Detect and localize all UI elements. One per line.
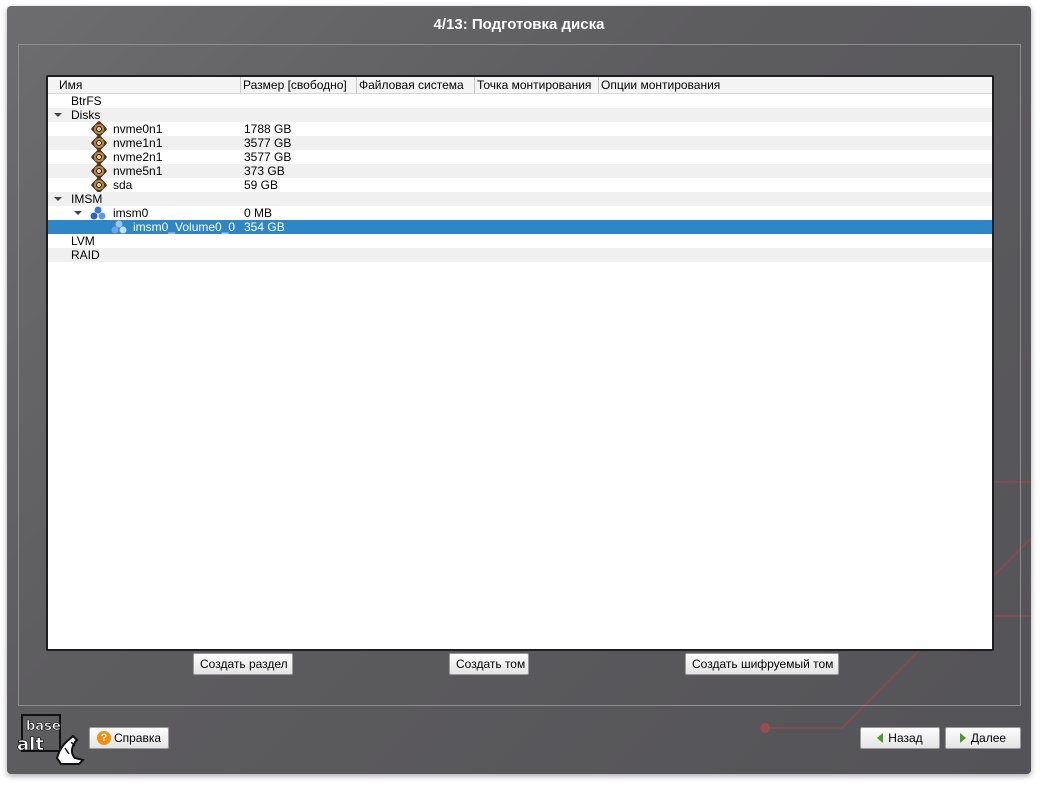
installer-window: 4/13: Подготовка диска Имя Размер [свобо… — [7, 6, 1031, 774]
row-name: nvme2n1 — [113, 150, 163, 164]
tree-row-nvme5n1[interactable]: nvme5n1 373 GB — [48, 162, 992, 180]
tree-row-imsm0-volume0-0[interactable]: imsm0_Volume0_0 354 GB — [48, 220, 992, 234]
row-name: sda — [113, 178, 133, 192]
tree-row-btrfs[interactable]: BtrFS — [48, 94, 992, 108]
expander-arrow-icon[interactable] — [54, 113, 62, 117]
tree-row-imsm0[interactable]: imsm0 0 MB — [48, 206, 992, 220]
tree-row-imsm[interactable]: IMSM — [48, 192, 992, 206]
column-header-mountpoint[interactable]: Точка монтирования — [475, 77, 599, 93]
harddisk-icon — [90, 176, 108, 194]
column-header-filesystem[interactable]: Файловая система — [357, 77, 475, 93]
row-size: 373 GB — [244, 164, 285, 178]
tree-row-raid[interactable]: RAID — [48, 248, 992, 262]
back-button[interactable]: Назад — [860, 727, 940, 749]
svg-text:base: base — [26, 719, 61, 734]
create-partition-button[interactable]: Создать раздел — [193, 653, 293, 675]
basealt-logo: base alt — [17, 714, 85, 765]
tree-row-sda[interactable]: sda 59 GB — [48, 176, 992, 194]
create-encrypted-volume-button[interactable]: Создать шифруемый том — [685, 653, 839, 675]
back-label: Назад — [888, 731, 923, 745]
expander-arrow-icon[interactable] — [54, 197, 62, 201]
window-title: 4/13: Подготовка диска — [433, 16, 605, 33]
help-label: Справка — [113, 731, 162, 745]
expander-arrow-icon[interactable] — [74, 211, 82, 215]
row-size: 3577 GB — [244, 150, 292, 164]
tree-header: Имя Размер [свободно] Файловая система Т… — [48, 77, 992, 94]
tree-row-nvme0n1[interactable]: nvme0n1 1788 GB — [48, 120, 992, 138]
tree-row-lvm[interactable]: LVM — [48, 234, 992, 248]
next-label: Далее — [970, 731, 1007, 745]
row-name: nvme1n1 — [113, 136, 163, 150]
row-name: nvme0n1 — [113, 122, 163, 136]
column-header-mount-options[interactable]: Опции монтирования — [599, 77, 992, 93]
arrow-right-icon — [959, 732, 966, 743]
row-name: LVM — [71, 234, 95, 248]
row-name: imsm0_Volume0_0 — [133, 220, 236, 234]
row-size: 59 GB — [244, 178, 279, 192]
tree-row-nvme2n1[interactable]: nvme2n1 3577 GB — [48, 148, 992, 166]
help-question-icon: ? — [96, 730, 111, 745]
help-button[interactable]: ? Справка — [89, 727, 169, 749]
row-size: 354 GB — [244, 220, 285, 234]
partition-tree[interactable]: Имя Размер [свободно] Файловая система Т… — [46, 75, 994, 651]
tree-row-nvme1n1[interactable]: nvme1n1 3577 GB — [48, 134, 992, 152]
row-size: 1788 GB — [244, 122, 292, 136]
row-size: 3577 GB — [244, 136, 292, 150]
row-name: RAID — [71, 248, 100, 262]
row-name: Disks — [71, 108, 101, 122]
row-name: imsm0 — [113, 206, 149, 220]
column-header-size[interactable]: Размер [свободно] — [241, 77, 357, 93]
svg-text:alt: alt — [17, 734, 44, 755]
row-name: BtrFS — [71, 94, 102, 108]
raid-volume-icon — [111, 220, 127, 234]
next-button[interactable]: Далее — [945, 727, 1021, 749]
row-name: IMSM — [71, 192, 103, 206]
arrow-left-icon — [877, 732, 884, 743]
tree-row-disks[interactable]: Disks — [48, 108, 992, 122]
create-volume-button[interactable]: Создать том — [449, 653, 529, 675]
row-name: nvme5n1 — [113, 164, 163, 178]
column-header-name[interactable]: Имя — [48, 77, 241, 93]
raid-array-icon — [90, 206, 106, 220]
row-size: 0 MB — [244, 206, 273, 220]
